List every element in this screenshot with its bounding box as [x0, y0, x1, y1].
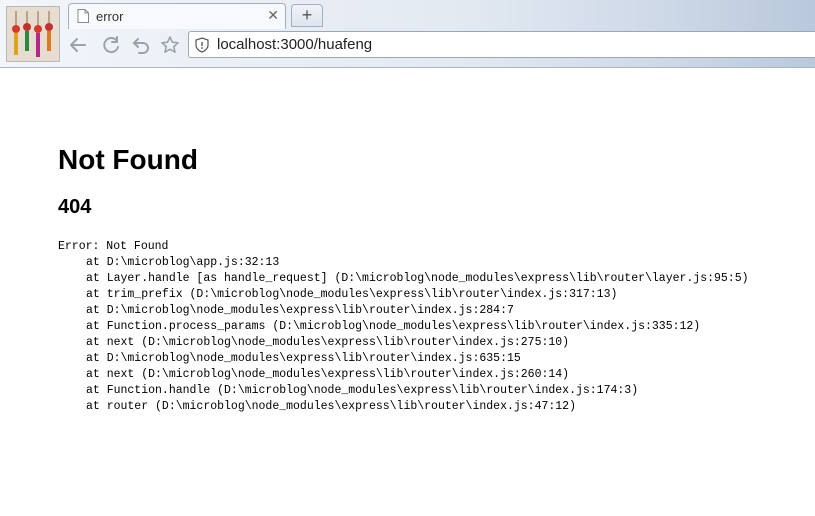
tab-title: error: [96, 9, 124, 24]
stack-trace: Error: Not Found at D:\microblog\app.js:3…: [58, 239, 749, 415]
stack-frame: at D:\microblog\app.js:32:13: [86, 256, 280, 269]
tab-error[interactable]: error ✕: [68, 3, 286, 29]
page-title: Not Found: [58, 144, 198, 175]
close-icon[interactable]: ✕: [267, 7, 279, 24]
error-message: Error: Not Found: [58, 240, 169, 253]
undo-icon[interactable]: [131, 35, 151, 55]
browser-toolbar: error ✕ + localhost:3000/huafeng: [0, 0, 815, 68]
page-icon: [77, 9, 89, 23]
stack-frame: at trim_prefix (D:\microblog\node_module…: [86, 288, 618, 301]
stack-frame: at Function.process_params (D:\microblog…: [86, 320, 701, 333]
stack-frame: at next (D:\microblog\node_modules\expre…: [86, 368, 570, 381]
user-avatar[interactable]: [6, 6, 60, 62]
stack-frame: at Layer.handle [as handle_request] (D:\…: [86, 272, 749, 285]
stack-frame: at next (D:\microblog\node_modules\expre…: [86, 336, 570, 349]
stack-frame: at D:\microblog\node_modules\express\lib…: [86, 352, 521, 365]
reload-icon[interactable]: [102, 35, 122, 55]
stack-frame: at Function.handle (D:\microblog\node_mo…: [86, 384, 639, 397]
back-arrow-icon[interactable]: [68, 35, 88, 55]
stack-frame: at D:\microblog\node_modules\express\lib…: [86, 304, 514, 317]
stack-frame: at router (D:\microblog\node_modules\exp…: [86, 400, 576, 413]
url-text[interactable]: localhost:3000/huafeng: [217, 36, 372, 53]
address-bar[interactable]: localhost:3000/huafeng: [188, 31, 815, 58]
star-icon[interactable]: [160, 35, 180, 55]
new-tab-button[interactable]: +: [291, 4, 323, 27]
shield-icon[interactable]: [194, 37, 210, 53]
status-code: 404: [58, 196, 92, 218]
